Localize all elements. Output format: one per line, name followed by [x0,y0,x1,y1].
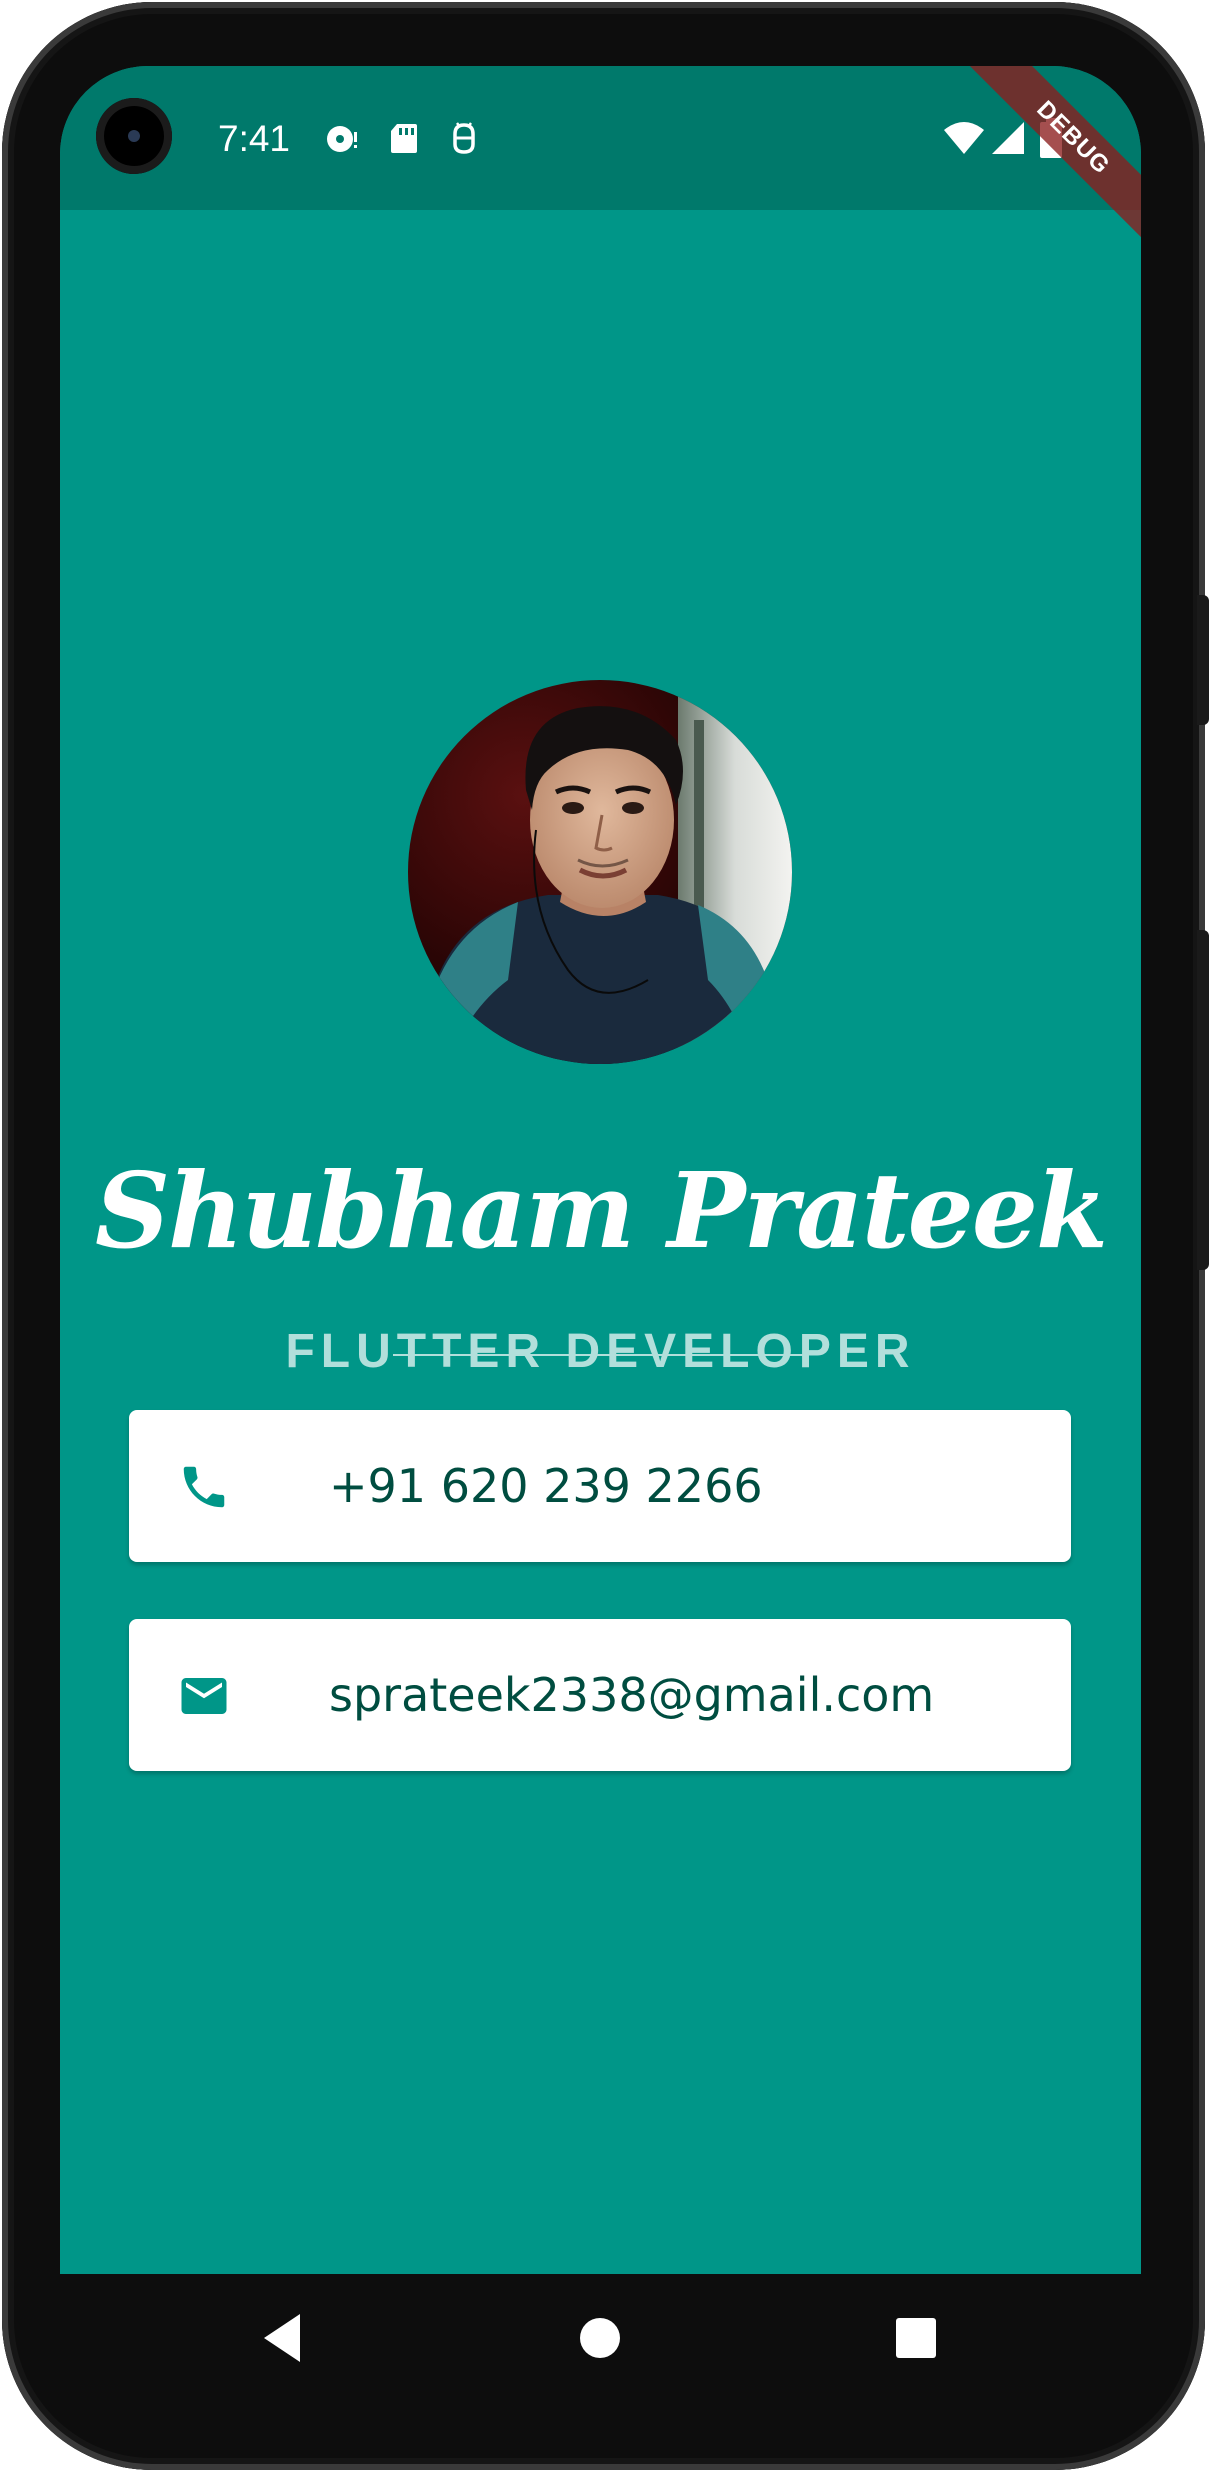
profile-photo [408,680,792,1064]
front-camera [96,98,172,174]
status-time: 7:41 [218,118,291,159]
profile-avatar [408,680,792,1064]
volume-button [1197,930,1209,1270]
android-debug-icon [453,122,475,154]
email-card[interactable]: sprateek2338@gmail.com [129,1619,1071,1771]
divider [393,1354,807,1356]
status-bar: 7:41 DEBUG [60,66,1141,253]
profile-name: Shubham Prateek [94,1149,1108,1272]
home-icon[interactable] [570,2308,630,2368]
phone-icon [183,1466,225,1508]
debug-banner: DEBUG [958,66,1141,253]
signal-icon [992,122,1024,154]
email-address: sprateek2338@gmail.com [329,1668,935,1722]
phone-number: +91 620 239 2266 [329,1459,763,1513]
power-button [1197,595,1209,725]
app-screen: 7:41 DEBUG Shubham Prateek FLUTTER DEVEL… [60,66,1141,2274]
recents-icon[interactable] [886,2308,946,2368]
phone-card[interactable]: +91 620 239 2266 [129,1410,1071,1562]
media-disc-icon [327,126,357,152]
back-icon[interactable] [256,2308,316,2368]
profile-title: FLUTTER DEVELOPER [285,1325,916,1378]
mail-icon [181,1678,227,1714]
sd-card-icon [391,124,417,153]
navigation-bar [60,2274,1141,2404]
wifi-icon [944,122,984,154]
